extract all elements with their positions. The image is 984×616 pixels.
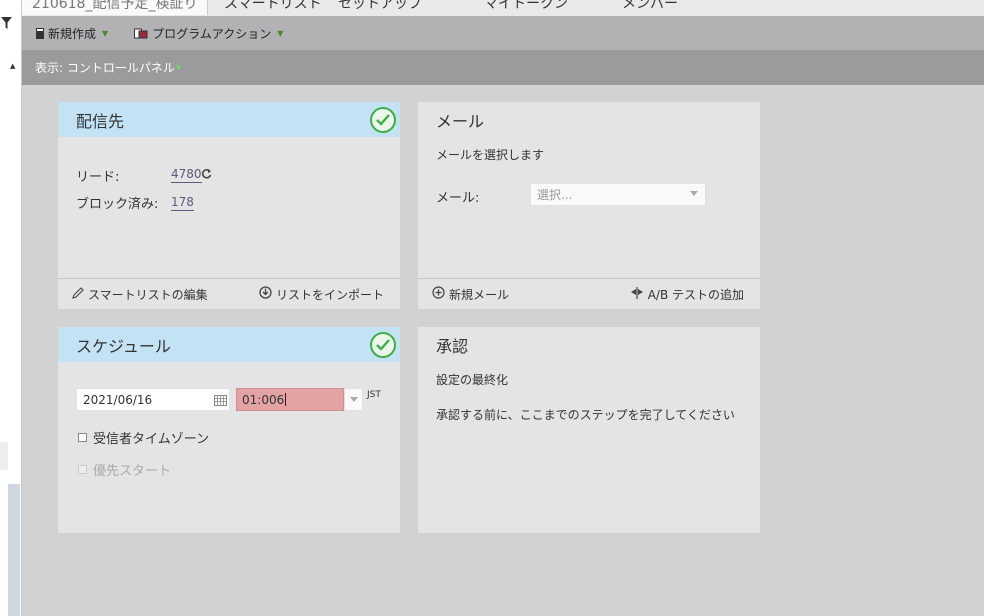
approval-message: 承認する前に、ここまでのステップを完了してください — [436, 408, 735, 422]
new-button[interactable]: 新規作成 ▼ — [36, 25, 108, 42]
schedule-date-value: 2021/06/16 — [83, 392, 153, 407]
check-circle-icon — [370, 107, 396, 133]
schedule-date-input[interactable]: 2021/06/16 — [76, 388, 230, 411]
tab-members[interactable]: メンバー — [622, 0, 678, 15]
edit-smart-list-link[interactable]: スマートリストの編集 — [72, 286, 208, 303]
text-cursor — [285, 393, 287, 406]
email-card-subtitle: メールを選択します — [436, 148, 545, 162]
chevron-down-icon: ▼ — [102, 28, 109, 38]
refresh-icon[interactable] — [201, 168, 212, 182]
schedule-time-input[interactable]: 01:006 — [236, 388, 344, 411]
audience-card-footer: スマートリストの編集 リストをインポート — [58, 278, 400, 309]
program-tab-bar: 210618_配信予定_検証り スマートリスト セットアップ マイトークン メン… — [22, 0, 984, 16]
import-list-link[interactable]: リストをインポート — [259, 286, 384, 303]
recipient-timezone-checkbox[interactable]: 受信者タイムゾーン — [78, 428, 209, 447]
left-sidebar-strip: ▲ — [0, 0, 22, 616]
time-dropdown-button[interactable] — [344, 388, 363, 411]
add-ab-test-link[interactable]: A/B テストの追加 — [630, 286, 744, 303]
approval-card-header: 承認 — [418, 327, 760, 362]
checkbox-box[interactable] — [78, 433, 87, 442]
recipient-timezone-label: 受信者タイムゾーン — [93, 432, 210, 447]
schedule-card-header: スケジュール — [58, 327, 400, 362]
email-card-footer: 新規メール A/B テストの追加 — [418, 278, 760, 309]
program-actions-label: プログラムアクション — [152, 26, 272, 41]
email-select-value: 選択... — [537, 188, 573, 202]
tab-program[interactable]: 210618_配信予定_検証り — [22, 0, 209, 15]
email-card: メール メールを選択します メール: 選択... 新規メール A/B テストの追… — [418, 102, 760, 309]
schedule-card: スケジュール 2021/06/16 01:006 JST 受信者タイムゾーン 優… — [58, 327, 400, 533]
head-start-checkbox: 優先スタート — [78, 460, 171, 479]
tab-smart-list[interactable]: スマートリスト — [224, 0, 322, 15]
new-email-link[interactable]: 新規メール — [432, 286, 509, 303]
view-selector[interactable]: 表示: コントロールパネル ▼ — [22, 50, 984, 85]
schedule-card-title: スケジュール — [76, 336, 171, 356]
program-actions-icon — [134, 28, 148, 39]
new-doc-icon — [36, 28, 44, 39]
pencil-icon — [72, 286, 84, 302]
import-icon — [259, 286, 272, 302]
calendar-icon[interactable] — [214, 395, 227, 406]
tab-my-tokens[interactable]: マイトークン — [484, 0, 568, 15]
leads-label: リード: — [76, 170, 120, 185]
scroll-up-icon[interactable]: ▲ — [10, 62, 15, 70]
blocked-label: ブロック済み: — [76, 197, 159, 212]
leads-count-link[interactable]: 4780 — [171, 167, 202, 183]
filter-icon[interactable] — [1, 17, 12, 33]
chevron-down-icon: ▼ — [175, 63, 182, 72]
head-start-label: 優先スタート — [93, 464, 172, 479]
chevron-down-icon: ▼ — [277, 28, 284, 38]
chevron-down-icon — [690, 191, 698, 196]
checkbox-box — [78, 465, 87, 474]
program-actions-button[interactable]: プログラムアクション ▼ — [134, 25, 283, 42]
new-email-label: 新規メール — [449, 287, 510, 302]
audience-card-header: 配信先 — [58, 102, 400, 137]
edit-smart-list-label: スマートリストの編集 — [88, 287, 208, 302]
approval-card-title: 承認 — [436, 336, 469, 356]
ab-test-icon — [630, 286, 644, 302]
view-label: 表示: コントロールパネル — [35, 61, 175, 75]
email-card-header: メール — [418, 102, 760, 137]
add-ab-test-label: A/B テストの追加 — [647, 287, 744, 302]
sidebar-highlight — [0, 442, 8, 470]
check-circle-icon — [370, 332, 396, 358]
sidebar-scrollbar[interactable] — [8, 484, 20, 616]
email-select[interactable]: 選択... — [530, 183, 706, 206]
chevron-down-icon — [350, 397, 358, 402]
action-toolbar: 新規作成 ▼ プログラムアクション ▼ — [22, 16, 984, 50]
schedule-time-value: 01:006 — [242, 392, 285, 407]
blocked-count-link[interactable]: 178 — [171, 195, 194, 211]
email-card-title: メール — [436, 111, 485, 131]
tab-setup[interactable]: セットアップ — [338, 0, 422, 15]
email-label: メール: — [436, 191, 480, 206]
plus-circle-icon — [432, 286, 445, 302]
approval-card: 承認 設定の最終化 承認する前に、ここまでのステップを完了してください — [418, 327, 760, 533]
new-button-label: 新規作成 — [48, 26, 97, 41]
import-list-label: リストをインポート — [275, 287, 384, 302]
approval-card-subtitle: 設定の最終化 — [436, 373, 509, 387]
timezone-label: JST — [367, 390, 381, 400]
audience-card: 配信先 リード: 4780 ブロック済み: 178 スマートリストの編集 リスト… — [58, 102, 400, 309]
audience-card-title: 配信先 — [76, 111, 125, 131]
